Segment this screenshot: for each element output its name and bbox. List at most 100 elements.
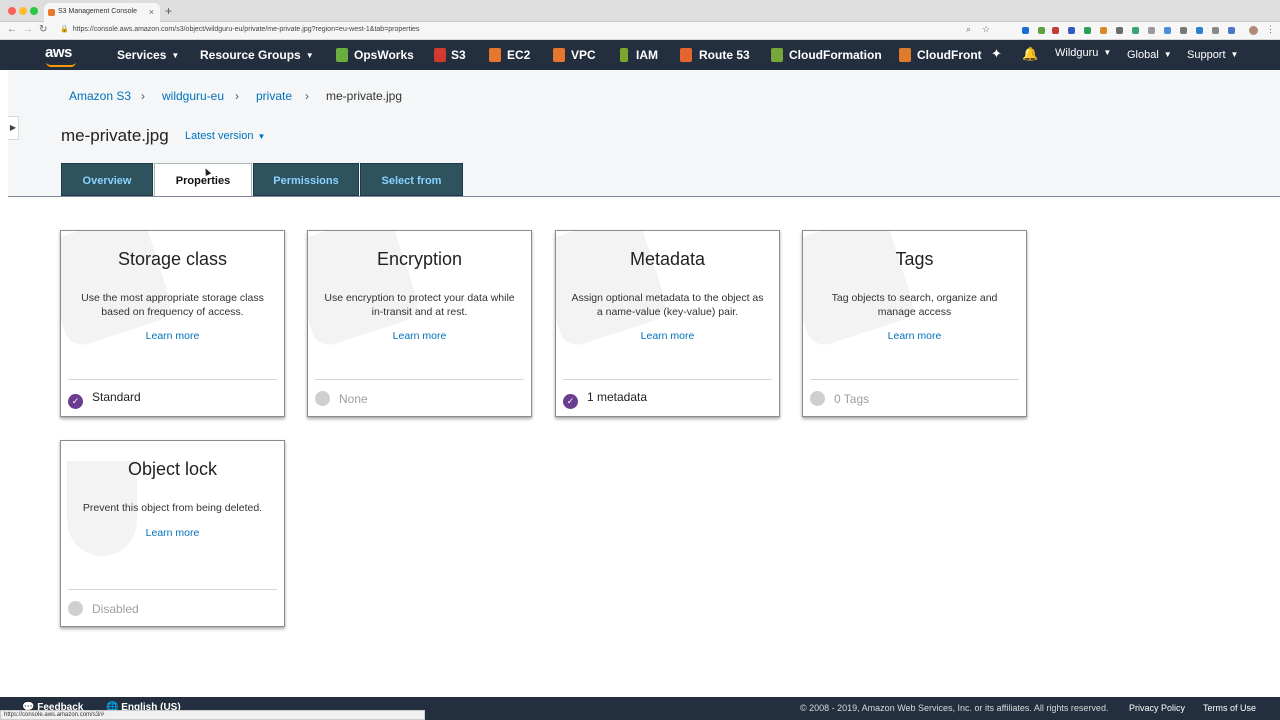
extension-icon[interactable]	[1228, 27, 1235, 34]
account-menu[interactable]: Wildguru ▼	[1055, 47, 1111, 59]
card-title: Storage class	[117, 249, 228, 269]
learn-more-link[interactable]: Learn more	[803, 330, 1026, 342]
card-divider	[563, 379, 772, 380]
pin-icon[interactable]: ✦	[991, 46, 1002, 62]
status-text: None	[339, 392, 368, 406]
status-text: 1 metadata	[587, 390, 648, 404]
shortcut-cloudformation[interactable]: CloudFormation	[789, 48, 882, 62]
shortcut-opsworks[interactable]: OpsWorks	[354, 48, 414, 62]
region-label: Global	[1127, 49, 1159, 61]
card-description: Tag objects to search, organize and mana…	[831, 292, 998, 318]
extension-icon[interactable]	[1052, 27, 1059, 34]
extension-icon[interactable]	[1068, 27, 1075, 34]
extension-icon[interactable]	[1084, 27, 1091, 34]
learn-more-link[interactable]: Learn more	[556, 330, 779, 342]
shortcut-ec2[interactable]: EC2	[507, 48, 530, 62]
privacy-policy-link[interactable]: Privacy Policy	[1129, 703, 1185, 713]
back-icon[interactable]: ←	[7, 24, 17, 35]
zoom-icon[interactable]: ⌕	[966, 24, 971, 35]
aws-logo-smile-icon	[46, 62, 76, 67]
breadcrumb-bucket[interactable]: wildguru-eu	[162, 89, 224, 103]
card-encryption[interactable]: Encryption Use encryption to protect you…	[307, 230, 532, 417]
card-divider	[68, 589, 277, 590]
card-storage-class[interactable]: Storage class Use the most appropriate s…	[60, 230, 285, 417]
card-tags[interactable]: Tags Tag objects to search, organize and…	[802, 230, 1027, 417]
aws-navbar: aws Services ▼ Resource Groups ▼ OpsWorks …	[0, 40, 1280, 70]
chevron-down-icon: ▼	[171, 51, 180, 60]
reload-icon[interactable]: ↻	[39, 24, 47, 35]
support-menu[interactable]: Support ▼	[1187, 49, 1238, 61]
bell-icon[interactable]: 🔔	[1022, 46, 1038, 62]
resource-groups-menu[interactable]: Resource Groups ▼	[200, 48, 314, 62]
browser-menu-icon[interactable]: ⋮	[1266, 24, 1275, 35]
lock-icon: 🔒	[60, 26, 69, 33]
extension-icon[interactable]	[1180, 27, 1187, 34]
tab-select-from[interactable]: Select from	[360, 163, 463, 196]
cloudfront-icon	[899, 48, 911, 62]
learn-more-link[interactable]: Learn more	[308, 330, 531, 342]
chevron-down-icon: ▼	[1230, 50, 1239, 59]
forward-icon[interactable]: →	[23, 24, 33, 35]
extension-icon[interactable]	[1212, 27, 1219, 34]
card-description: Use encryption to protect your data whil…	[324, 292, 515, 318]
learn-more-link[interactable]: Learn more	[61, 527, 284, 539]
close-tab-icon[interactable]: ×	[149, 7, 154, 17]
tab-permissions[interactable]: Permissions	[253, 163, 359, 196]
resource-groups-label: Resource Groups	[200, 48, 301, 62]
region-menu[interactable]: Global ▼	[1127, 49, 1172, 61]
card-description: Use the most appropriate storage class b…	[81, 292, 264, 318]
extension-icon[interactable]	[1196, 27, 1203, 34]
tab-overview[interactable]: Overview	[61, 163, 153, 196]
extension-icon[interactable]	[1148, 27, 1155, 34]
status-text: Disabled	[92, 602, 139, 616]
sidebar-toggle[interactable]: ▶	[8, 116, 19, 140]
breadcrumb-amazon-s3[interactable]: Amazon S3	[69, 89, 131, 103]
bookmark-star-icon[interactable]: ☆	[982, 24, 990, 35]
support-label: Support	[1187, 49, 1226, 61]
version-dropdown[interactable]: Latest version ▼	[185, 130, 265, 142]
close-window-icon[interactable]	[8, 7, 16, 15]
card-description: Assign optional metadata to the object a…	[571, 292, 764, 318]
browser-tab-bar: S3 Management Console × +	[0, 0, 1280, 22]
check-circle-icon: ✓	[68, 394, 83, 409]
shortcut-cloudfront[interactable]: CloudFront	[917, 48, 982, 62]
card-metadata[interactable]: Metadata Assign optional metadata to the…	[555, 230, 780, 417]
route53-icon	[680, 48, 692, 62]
maximize-window-icon[interactable]	[30, 7, 38, 15]
shortcut-s3[interactable]: S3	[451, 48, 466, 62]
browser-status-url: https://console.aws.amazon.com/s3/#	[0, 710, 425, 720]
status-text: Standard	[92, 390, 141, 404]
browser-tab[interactable]: S3 Management Console ×	[44, 3, 160, 22]
card-divider	[68, 379, 277, 380]
extension-icon[interactable]	[1038, 27, 1045, 34]
learn-more-link[interactable]: Learn more	[61, 330, 284, 342]
extension-icon[interactable]	[1164, 27, 1171, 34]
chevron-down-icon: ▼	[257, 132, 266, 141]
account-label: Wildguru	[1055, 47, 1099, 59]
extension-icon[interactable]	[1100, 27, 1107, 34]
extension-icon[interactable]	[1116, 27, 1123, 34]
profile-avatar[interactable]	[1249, 26, 1258, 35]
url-field[interactable]: 🔒 https://console.aws.amazon.com/s3/objec…	[60, 25, 419, 33]
shortcut-route53[interactable]: Route 53	[699, 48, 750, 62]
minimize-window-icon[interactable]	[19, 7, 27, 15]
tab-divider	[8, 196, 1280, 197]
s3-icon	[434, 48, 446, 62]
extension-icon[interactable]	[1132, 27, 1139, 34]
breadcrumb-separator-icon: ›	[141, 89, 145, 103]
shortcut-vpc[interactable]: VPC	[571, 48, 596, 62]
breadcrumb-folder[interactable]: private	[256, 89, 292, 103]
terms-of-use-link[interactable]: Terms of Use	[1203, 703, 1256, 713]
new-tab-icon[interactable]: +	[165, 4, 172, 18]
aws-logo[interactable]: aws	[45, 44, 72, 61]
chevron-down-icon: ▼	[1103, 48, 1112, 57]
main-content: ▶ Amazon S3 › wildguru-eu › private › me…	[0, 70, 1280, 697]
breadcrumb-current: me-private.jpg	[326, 89, 403, 103]
page-title: me-private.jpg	[61, 126, 169, 145]
card-object-lock[interactable]: Object lock Prevent this object from bei…	[60, 440, 285, 627]
services-menu[interactable]: Services ▼	[117, 48, 179, 62]
shortcut-iam[interactable]: IAM	[636, 48, 658, 62]
chevron-down-icon: ▼	[1163, 50, 1172, 59]
extension-icon[interactable]	[1022, 27, 1029, 34]
breadcrumb-separator-icon: ›	[305, 89, 309, 103]
